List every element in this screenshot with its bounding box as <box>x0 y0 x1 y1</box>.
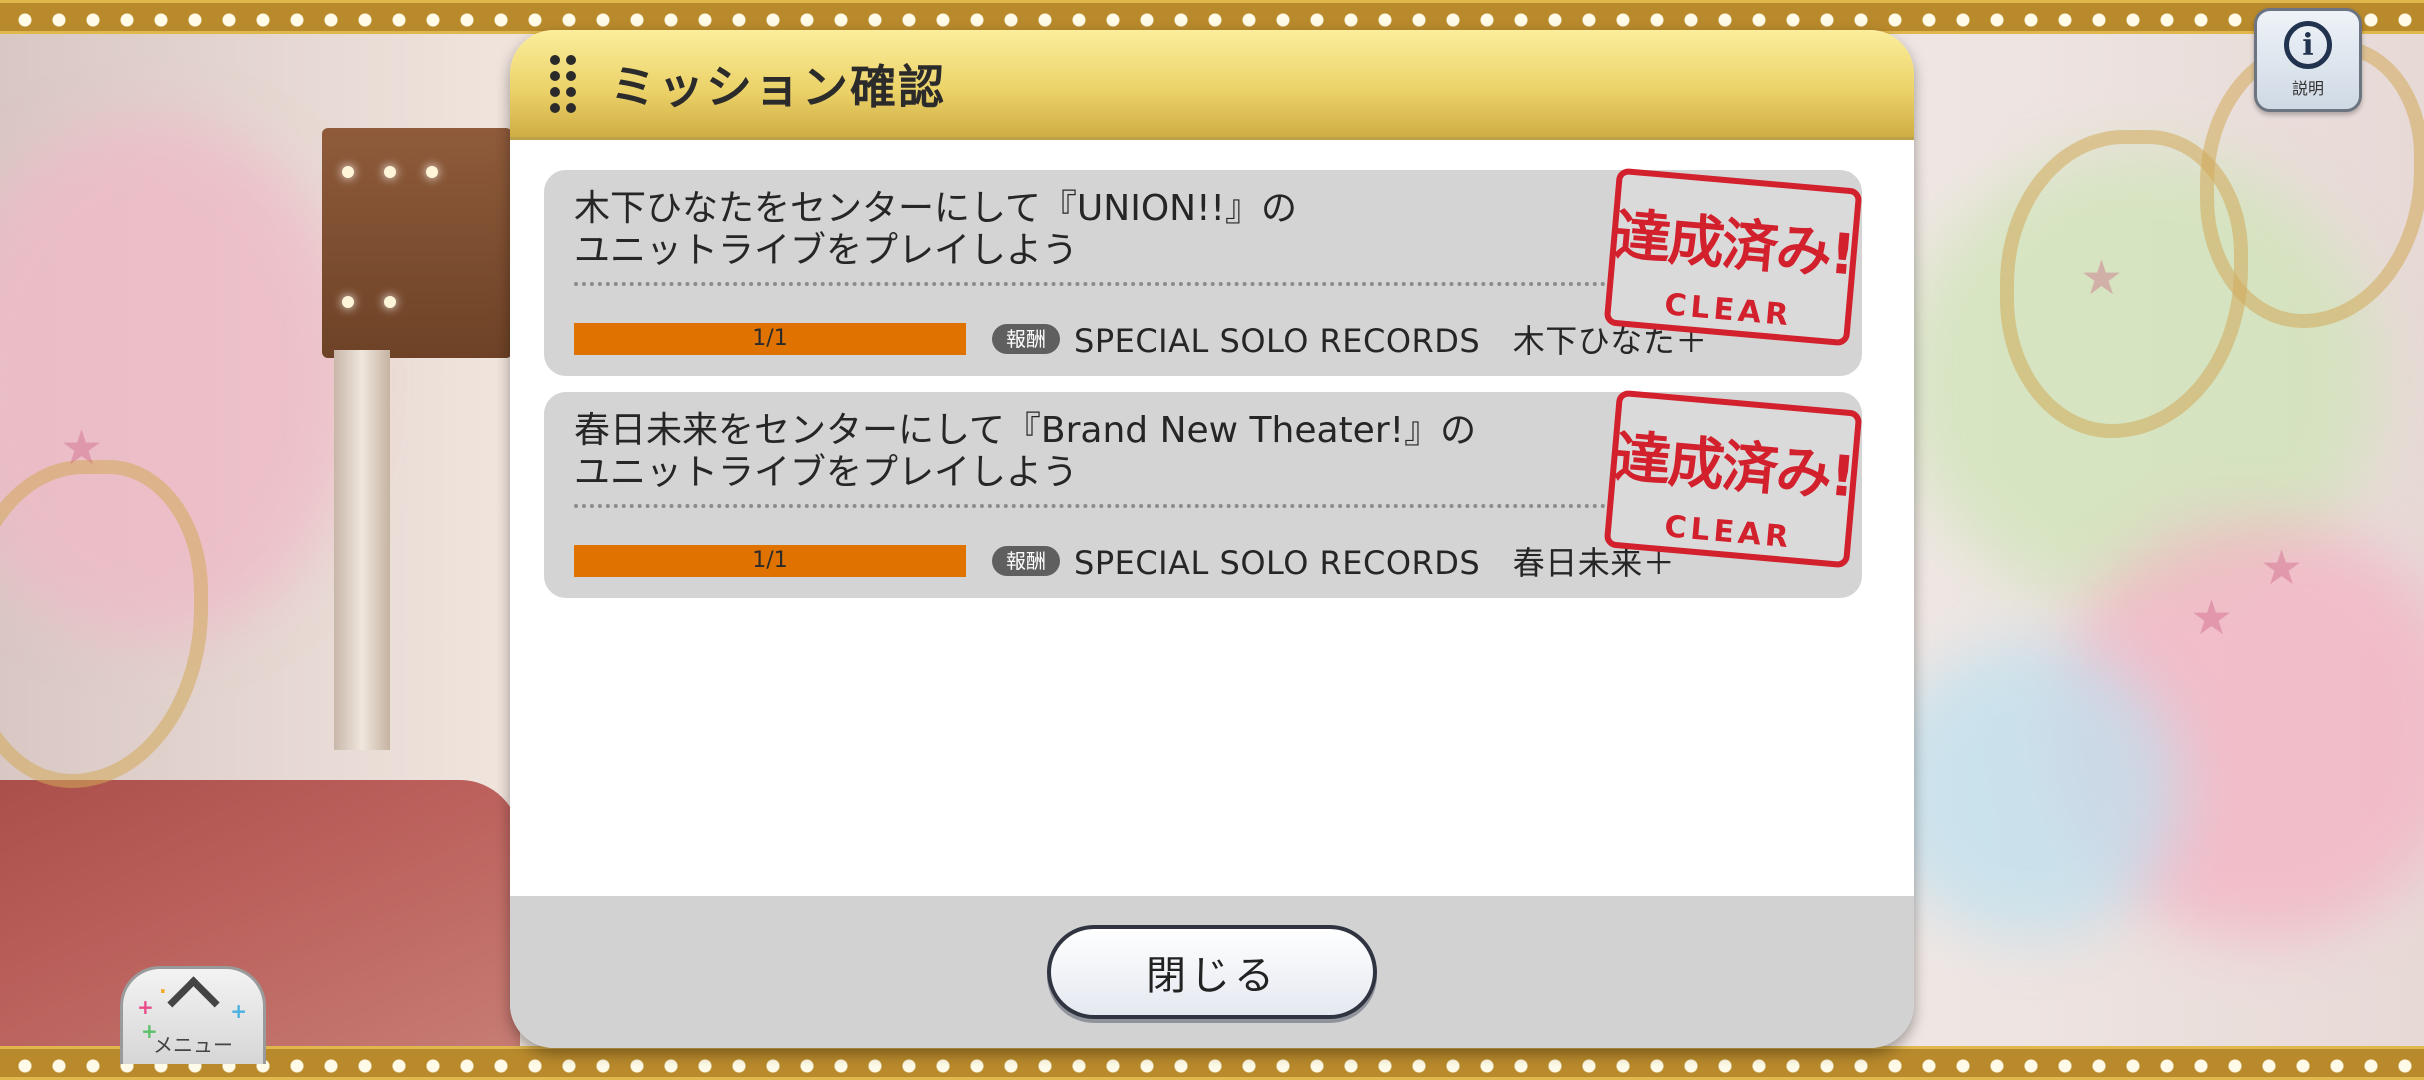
dialog-header: ミッション確認 <box>510 30 1914 140</box>
reward-badge: 報酬 <box>992 546 1060 576</box>
mission-description-line1: 木下ひなたをセンターにして『UNION!!』の <box>574 188 1297 229</box>
mission-description-line2: ユニットライブをプレイしよう <box>574 230 1079 271</box>
mission-item: 木下ひなたをセンターにして『UNION!!』の ユニットライブをプレイしよう 1… <box>544 167 1863 376</box>
bottom-border-decoration <box>0 1046 2424 1080</box>
info-button[interactable]: i 説明 <box>2254 8 2362 112</box>
sparkle-icon: + <box>137 995 154 1019</box>
menu-label: メニュー <box>153 1033 233 1057</box>
sparkle-icon: + <box>230 999 247 1023</box>
close-button[interactable]: 閉じる <box>1047 925 1377 1019</box>
sparkle-icon: · <box>159 979 167 1003</box>
dotted-divider <box>574 282 1614 286</box>
mission-description-line2: ユニットライブをプレイしよう <box>574 452 1079 493</box>
mission-progress-bar: 1/1 <box>574 545 966 577</box>
mission-item: 春日未来をセンターにして『Brand New Theater!』の ユニットライ… <box>544 389 1863 598</box>
clear-stamp: 達成済み! CLEAR <box>1603 389 1863 569</box>
info-icon: i <box>2284 21 2332 69</box>
top-border-decoration <box>0 0 2424 34</box>
dotted-divider <box>574 504 1614 508</box>
grip-icon <box>550 54 576 113</box>
mission-description: 春日未来をセンターにして『Brand New Theater!』の ユニットライ… <box>574 410 1614 494</box>
mission-dialog: ミッション確認 木下ひなたをセンターにして『UNION!!』の ユニットライブを… <box>510 30 1914 1048</box>
clear-stamp: 達成済み! CLEAR <box>1603 167 1863 347</box>
mission-description-line1: 春日未来をセンターにして『Brand New Theater!』の <box>574 410 1477 451</box>
mission-description: 木下ひなたをセンターにして『UNION!!』の ユニットライブをプレイしよう <box>574 188 1614 272</box>
progress-text: 1/1 <box>752 326 788 351</box>
mission-progress-bar: 1/1 <box>574 323 966 355</box>
mission-list: 木下ひなたをセンターにして『UNION!!』の ユニットライブをプレイしよう 1… <box>510 140 1914 598</box>
dialog-title: ミッション確認 <box>610 59 946 114</box>
menu-button[interactable]: + · + + メニュー <box>120 966 266 1064</box>
info-label: 説明 <box>2291 79 2324 98</box>
sparkle-icon: + <box>141 1019 158 1043</box>
progress-text: 1/1 <box>752 548 788 573</box>
reward-badge: 報酬 <box>992 324 1060 354</box>
chevron-up-icon <box>166 976 220 1029</box>
reward-text: SPECIAL SOLO RECORDS 春日未来＋ <box>1074 544 1676 582</box>
dialog-footer: 閉じる <box>510 896 1914 1048</box>
